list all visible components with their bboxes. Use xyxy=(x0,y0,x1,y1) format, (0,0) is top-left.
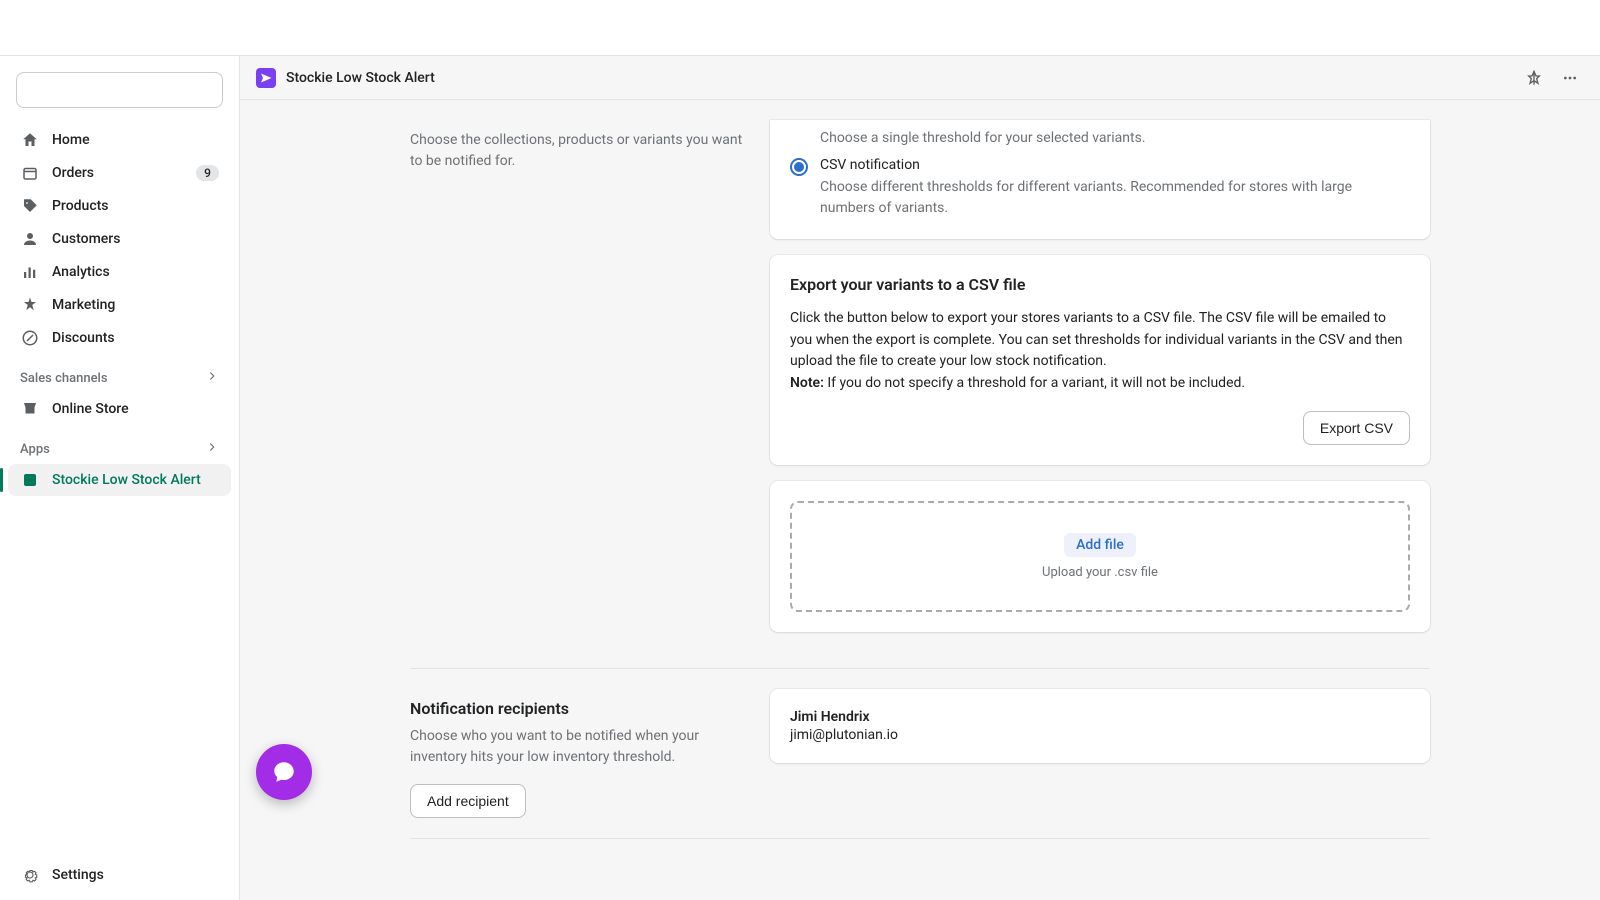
sidebar-item-orders[interactable]: Orders 9 xyxy=(8,157,231,189)
pin-button[interactable] xyxy=(1520,64,1548,92)
sidebar-item-products[interactable]: Products xyxy=(8,190,231,222)
sidebar-item-label: Products xyxy=(52,198,219,214)
section-divider xyxy=(410,838,1430,839)
app-logo-icon xyxy=(256,68,276,88)
sidebar-item-analytics[interactable]: Analytics xyxy=(8,256,231,288)
radio-simple-notification[interactable]: Choose a single threshold for your selec… xyxy=(790,128,1410,149)
recipient-card: Jimi Hendrix jimi@plutonian.io xyxy=(770,689,1430,763)
recipient-name: Jimi Hendrix xyxy=(790,709,1410,725)
search-input[interactable] xyxy=(16,72,223,108)
sidebar-item-label: Analytics xyxy=(52,264,219,280)
sidebar-item-customers[interactable]: Customers xyxy=(8,223,231,255)
orders-badge: 9 xyxy=(196,165,219,181)
sidebar-item-label: Settings xyxy=(52,867,219,883)
chevron-right-icon xyxy=(205,369,219,387)
sidebar-section-sales-channels[interactable]: Sales channels xyxy=(8,355,231,393)
chevron-right-icon xyxy=(205,440,219,458)
notification-type-card: Choose a single threshold for your selec… xyxy=(770,120,1430,239)
section-label: Sales channels xyxy=(20,371,108,386)
recipient-email: jimi@plutonian.io xyxy=(790,727,1410,743)
add-file-button[interactable]: Add file xyxy=(1064,533,1136,557)
sidebar-item-discounts[interactable]: Discounts xyxy=(8,322,231,354)
export-card-title: Export your variants to a CSV file xyxy=(790,275,1410,294)
export-csv-card: Export your variants to a CSV file Click… xyxy=(770,255,1430,465)
main-content: Choose the collections, products or vari… xyxy=(240,0,1600,900)
export-note-label: Note: xyxy=(790,375,824,391)
export-card-body: Click the button below to export your st… xyxy=(790,310,1403,369)
dropzone-hint: Upload your .csv file xyxy=(822,565,1378,580)
chat-support-button[interactable] xyxy=(256,744,312,800)
home-icon xyxy=(20,130,40,150)
sidebar-item-settings[interactable]: Settings xyxy=(8,859,231,891)
sidebar-item-home[interactable]: Home xyxy=(8,124,231,156)
radio-csv-notification[interactable]: CSV notification Choose different thresh… xyxy=(790,157,1410,219)
sidebar-item-online-store[interactable]: Online Store xyxy=(8,393,231,425)
sidebar-section-apps[interactable]: Apps xyxy=(8,426,231,464)
section-label: Apps xyxy=(20,442,50,457)
products-icon xyxy=(20,196,40,216)
app-title: Stockie Low Stock Alert xyxy=(286,70,1520,86)
recipients-section-desc: Choose who you want to be notified when … xyxy=(410,726,750,768)
export-csv-button[interactable]: Export CSV xyxy=(1303,411,1410,445)
radio-csv-label: CSV notification xyxy=(820,157,1410,173)
app-header: Stockie Low Stock Alert xyxy=(240,56,1600,100)
app-icon xyxy=(20,470,40,490)
more-button[interactable] xyxy=(1556,64,1584,92)
sidebar-item-label: Discounts xyxy=(52,330,219,346)
analytics-icon xyxy=(20,262,40,282)
gear-icon xyxy=(20,865,40,885)
sidebar-item-label: Home xyxy=(52,132,219,148)
radio-simple-desc: Choose a single threshold for your selec… xyxy=(820,128,1410,149)
discounts-icon xyxy=(20,328,40,348)
customers-icon xyxy=(20,229,40,249)
sidebar-item-label: Online Store xyxy=(52,401,219,417)
sidebar-item-label: Orders xyxy=(52,165,196,181)
orders-icon xyxy=(20,163,40,183)
sidebar: Home Orders 9 Products Customers Analyti… xyxy=(0,0,240,900)
products-section-desc: Choose the collections, products or vari… xyxy=(410,130,750,172)
upload-csv-card: Add file Upload your .csv file xyxy=(770,481,1430,632)
top-bar xyxy=(0,0,1600,56)
sidebar-item-label: Marketing xyxy=(52,297,219,313)
radio-csv-desc: Choose different thresholds for differen… xyxy=(820,177,1410,219)
sidebar-item-label: Stockie Low Stock Alert xyxy=(52,472,219,488)
section-divider xyxy=(410,668,1430,669)
export-note-text: If you do not specify a threshold for a … xyxy=(824,375,1245,391)
radio-icon xyxy=(790,158,808,176)
sidebar-item-marketing[interactable]: Marketing xyxy=(8,289,231,321)
store-icon xyxy=(20,399,40,419)
marketing-icon xyxy=(20,295,40,315)
sidebar-item-label: Customers xyxy=(52,231,219,247)
add-recipient-button[interactable]: Add recipient xyxy=(410,784,526,818)
file-dropzone[interactable]: Add file Upload your .csv file xyxy=(790,501,1410,612)
sidebar-item-stockie[interactable]: Stockie Low Stock Alert xyxy=(8,464,231,496)
recipients-section-title: Notification recipients xyxy=(410,699,750,718)
